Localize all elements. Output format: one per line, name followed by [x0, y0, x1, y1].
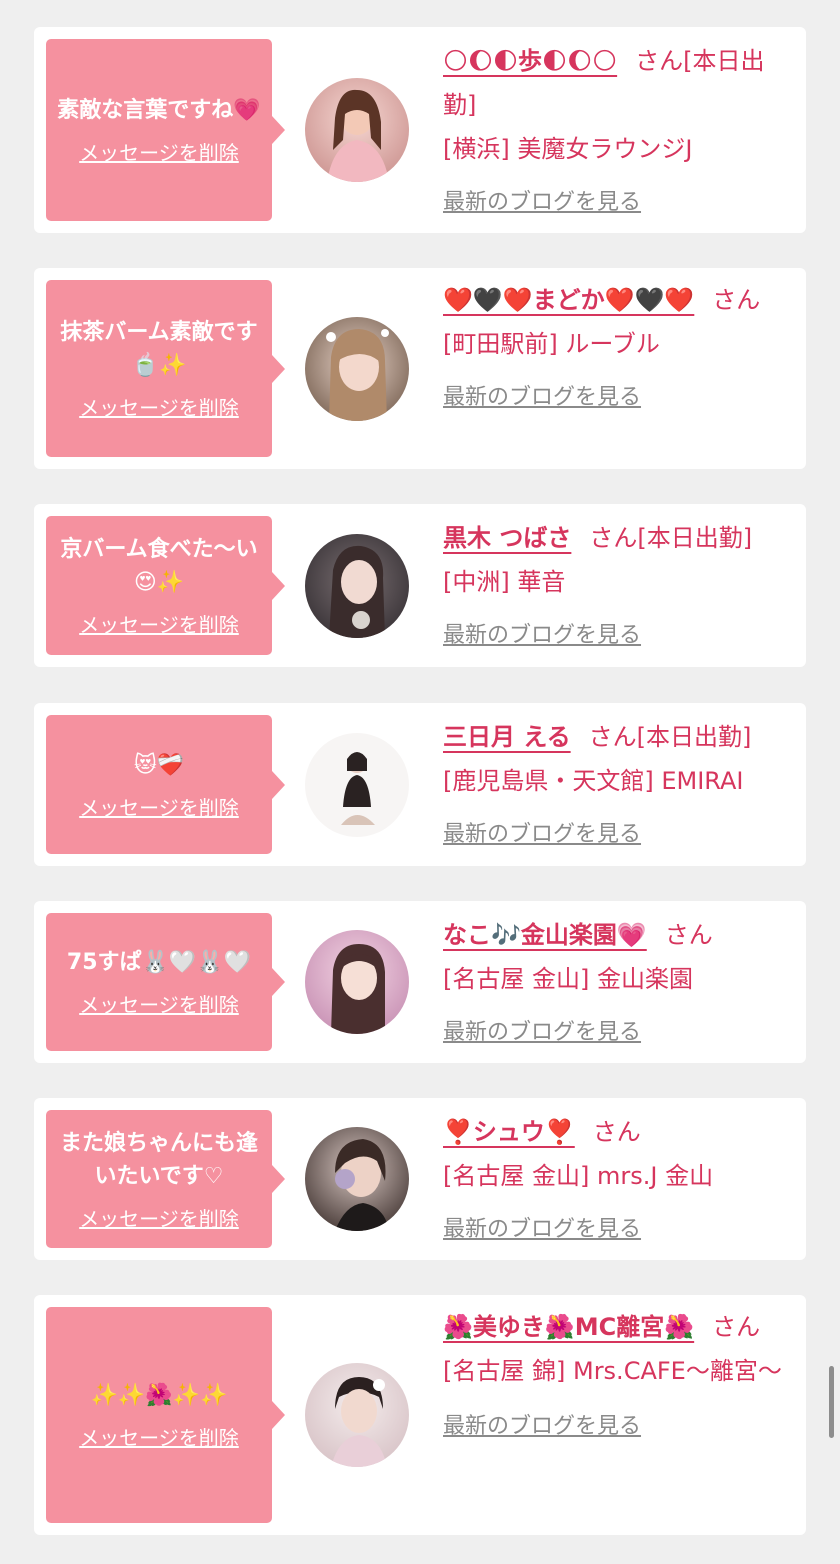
latest-blog-link[interactable]: 最新のブログを見る — [443, 376, 794, 420]
shop-name: [横浜] 美魔女ラウンジJ — [443, 135, 693, 163]
girl-name-link[interactable]: ❤️🖤❤️まどか❤️🖤❤️ — [443, 286, 694, 314]
avatar[interactable] — [305, 733, 409, 837]
message-card: 😻❤️‍🩹 メッセージを削除 三日月 える さん[本日出勤] [鹿児島県・天文館]… — [34, 703, 806, 866]
shop-name: [中洲] 華音 — [443, 568, 566, 596]
girl-name-link[interactable]: 🌕🌔🌓歩🌓🌔🌕 — [443, 47, 617, 75]
message-text: 素敵な言葉ですね💗 — [57, 98, 261, 123]
message-card: 京バーム食べた〜い😍✨ メッセージを削除 黒木 つばさ さん[本日出勤] [中洲]… — [34, 504, 806, 667]
latest-blog-link[interactable]: 最新のブログを見る — [443, 813, 794, 857]
avatar[interactable] — [305, 1363, 409, 1467]
message-text: ✨✨🌺✨✨ — [90, 1383, 228, 1408]
girl-info: 三日月 える さん[本日出勤] [鹿児島県・天文館] EMIRAI 最新のブログを… — [443, 715, 794, 857]
delete-message-link[interactable]: メッセージを削除 — [79, 137, 239, 166]
scrollbar[interactable] — [829, 1366, 834, 1438]
delete-message-link[interactable]: メッセージを削除 — [79, 1203, 239, 1232]
message-text: また娘ちゃんにも逢いたいです♡ — [59, 1130, 258, 1189]
shop-name: [名古屋 金山] mrs.J 金山 — [443, 1162, 714, 1190]
message-bubble: 75すぱ🐰🤍🐰🤍 メッセージを削除 — [46, 913, 285, 1051]
avatar[interactable] — [305, 78, 409, 182]
message-bubble: ✨✨🌺✨✨ メッセージを削除 — [46, 1307, 285, 1523]
shop-name: [名古屋 錦] Mrs.CAFE〜離宮〜 — [443, 1357, 782, 1385]
latest-blog-link[interactable]: 最新のブログを見る — [443, 1405, 794, 1449]
girl-name-link[interactable]: ❣️シュウ❣️ — [443, 1118, 575, 1146]
girl-name-link[interactable]: 黒木 つばさ — [443, 524, 571, 552]
shop-name: [名古屋 金山] 金山楽園 — [443, 965, 693, 993]
delete-message-link[interactable]: メッセージを削除 — [79, 989, 239, 1018]
girl-info: 黒木 つばさ さん[本日出勤] [中洲] 華音 最新のブログを見る — [443, 516, 794, 658]
message-bubble: 😻❤️‍🩹 メッセージを削除 — [46, 715, 285, 854]
shop-name: [鹿児島県・天文館] EMIRAI — [443, 767, 744, 795]
message-card: ✨✨🌺✨✨ メッセージを削除 🌺美ゆき🌺MC離宮🌺 さん [名古屋 錦] Mrs.… — [34, 1295, 806, 1535]
girl-name-link[interactable]: 🌺美ゆき🌺MC離宮🌺 — [443, 1313, 694, 1341]
message-text: 京バーム食べた〜い😍✨ — [60, 537, 258, 595]
message-bubble: 京バーム食べた〜い😍✨ メッセージを削除 — [46, 516, 285, 655]
girl-info: ❤️🖤❤️まどか❤️🖤❤️ さん [町田駅前] ルーブル 最新のブログを見る — [443, 278, 794, 420]
delete-message-link[interactable]: メッセージを削除 — [79, 792, 239, 821]
message-text: 😻❤️‍🩹 — [133, 752, 185, 778]
latest-blog-link[interactable]: 最新のブログを見る — [443, 1208, 794, 1252]
latest-blog-link[interactable]: 最新のブログを見る — [443, 1011, 794, 1055]
message-card: 抹茶バーム素敵です🍵✨ メッセージを削除 ❤️🖤❤️まどか❤️🖤❤️ さん [町田… — [34, 268, 806, 469]
san-suffix: さん — [712, 286, 761, 314]
message-bubble: 素敵な言葉ですね💗 メッセージを削除 — [46, 39, 285, 221]
delete-message-link[interactable]: メッセージを削除 — [79, 392, 239, 421]
san-suffix: さん — [592, 1118, 641, 1146]
message-card: 75すぱ🐰🤍🐰🤍 メッセージを削除 なこ🎶金山楽園💗 さん [名古屋 金山] 金山… — [34, 901, 806, 1063]
avatar[interactable] — [305, 534, 409, 638]
girl-info: 🌕🌔🌓歩🌓🌔🌕 さん[本日出勤] [横浜] 美魔女ラウンジJ 最新のブログを見る — [443, 39, 794, 225]
attendance-status: [本日出勤] — [637, 524, 753, 552]
message-bubble: また娘ちゃんにも逢いたいです♡ メッセージを削除 — [46, 1110, 285, 1248]
attendance-status: [本日出勤] — [636, 723, 752, 751]
girl-info: なこ🎶金山楽園💗 さん [名古屋 金山] 金山楽園 最新のブログを見る — [443, 913, 794, 1055]
shop-name: [町田駅前] ルーブル — [443, 330, 660, 358]
delete-message-link[interactable]: メッセージを削除 — [79, 609, 239, 638]
message-text: 抹茶バーム素敵です🍵✨ — [60, 320, 258, 378]
girl-info: ❣️シュウ❣️ さん [名古屋 金山] mrs.J 金山 最新のブログを見る — [443, 1110, 794, 1252]
latest-blog-link[interactable]: 最新のブログを見る — [443, 614, 794, 658]
message-card: 素敵な言葉ですね💗 メッセージを削除 🌕🌔🌓歩🌓🌔🌕 さん[本日出勤] [横浜] … — [34, 27, 806, 233]
san-suffix: さん — [712, 1313, 761, 1341]
latest-blog-link[interactable]: 最新のブログを見る — [443, 181, 794, 225]
san-suffix: さん — [664, 921, 713, 949]
message-text: 75すぱ🐰🤍🐰🤍 — [66, 950, 252, 975]
message-bubble: 抹茶バーム素敵です🍵✨ メッセージを削除 — [46, 280, 285, 457]
girl-name-link[interactable]: なこ🎶金山楽園💗 — [443, 921, 647, 949]
girl-info: 🌺美ゆき🌺MC離宮🌺 さん [名古屋 錦] Mrs.CAFE〜離宮〜 最新のブログ… — [443, 1305, 794, 1449]
avatar[interactable] — [305, 317, 409, 421]
girl-name-link[interactable]: 三日月 える — [443, 723, 571, 751]
avatar[interactable] — [305, 1127, 409, 1231]
avatar[interactable] — [305, 930, 409, 1034]
san-suffix: さん — [589, 524, 638, 552]
delete-message-link[interactable]: メッセージを削除 — [79, 1422, 239, 1451]
san-suffix: さん — [588, 723, 637, 751]
san-suffix: さん — [635, 47, 684, 75]
message-card: また娘ちゃんにも逢いたいです♡ メッセージを削除 ❣️シュウ❣️ さん [名古屋 … — [34, 1098, 806, 1260]
